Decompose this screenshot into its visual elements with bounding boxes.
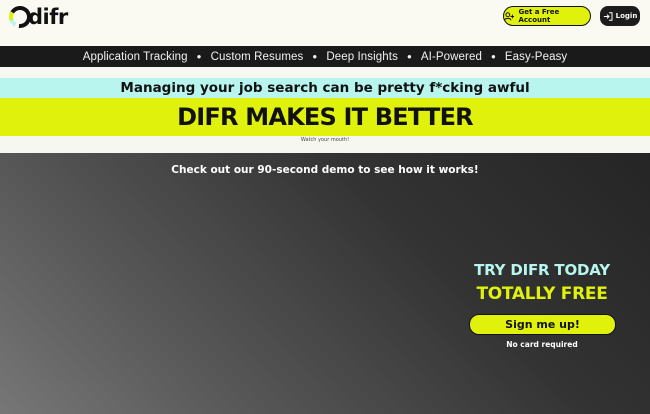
ticker-separator: ● xyxy=(490,52,496,61)
get-free-account-label: Get a Free Account xyxy=(518,8,560,24)
mouth-note: Watch your mouth! xyxy=(300,137,350,143)
login-label: Login xyxy=(615,12,638,20)
get-free-account-button[interactable]: Get a Free Account xyxy=(503,6,591,26)
demo-heading: Check out our 90-second demo to see how … xyxy=(171,164,479,176)
login-button[interactable]: Login xyxy=(600,6,640,26)
feature-ticker: Application Tracking ● Custom Resumes ● … xyxy=(0,46,650,67)
ticker-separator: ● xyxy=(196,52,202,61)
cta-line-2: TOTALLY FREE xyxy=(476,284,608,304)
ticker-item: Deep Insights xyxy=(326,50,398,63)
login-icon xyxy=(603,11,613,21)
ticker-item: Custom Resumes xyxy=(210,50,304,63)
logo-text: difr xyxy=(28,4,68,29)
no-card-note: No card required xyxy=(506,340,578,349)
ticker-item: AI-Powered xyxy=(420,50,482,63)
headline-band: DIFR MAKES IT BETTER xyxy=(0,98,650,136)
logo-mark-icon xyxy=(9,6,31,28)
tagline-text: Managing your job search can be pretty f… xyxy=(120,80,530,96)
add-user-icon xyxy=(504,11,515,20)
ticker-item: Application Tracking xyxy=(82,50,188,63)
ticker-item: Easy-Peasy xyxy=(504,50,568,63)
tagline-band: Managing your job search can be pretty f… xyxy=(0,78,650,98)
sign-up-button[interactable]: Sign me up! xyxy=(469,314,616,335)
site-header: difr Get a Free Account Login xyxy=(0,0,650,46)
cta-line-1: TRY DIFR TODAY xyxy=(474,261,610,279)
ticker-separator: ● xyxy=(406,52,412,61)
logo[interactable]: difr xyxy=(8,4,68,30)
headline-text: DIFR MAKES IT BETTER xyxy=(177,103,473,131)
ticker-separator: ● xyxy=(312,52,318,61)
sign-up-label: Sign me up! xyxy=(505,318,580,331)
